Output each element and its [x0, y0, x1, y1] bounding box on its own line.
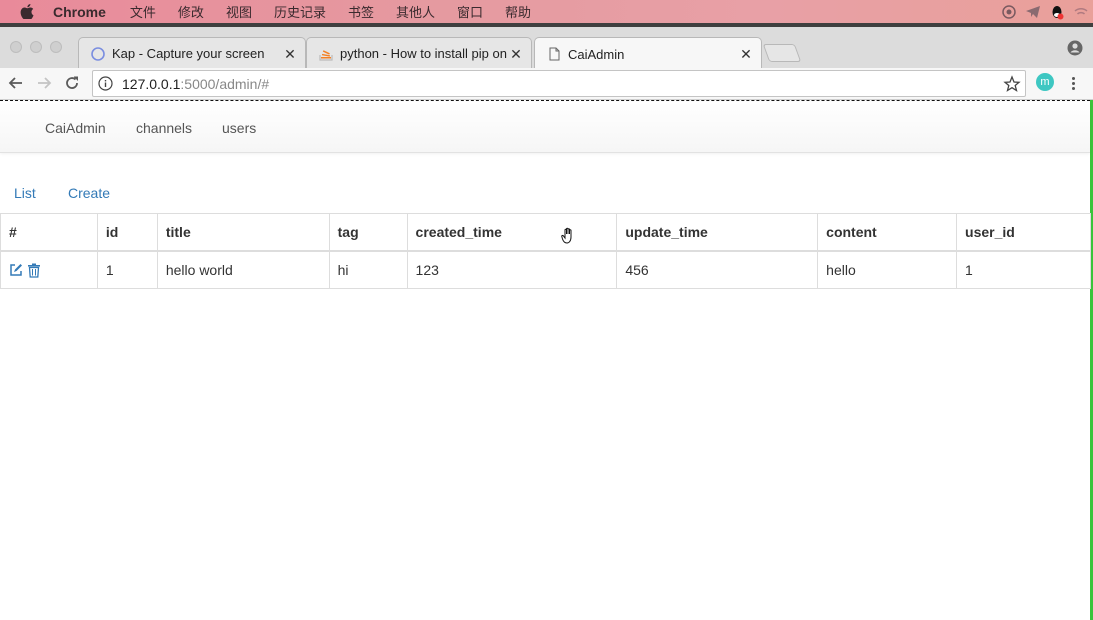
- column-header[interactable]: title: [156, 213, 330, 252]
- chrome-menu-icon[interactable]: [1068, 73, 1078, 93]
- qq-icon[interactable]: [1049, 4, 1065, 20]
- telegram-icon[interactable]: [1025, 4, 1041, 20]
- menu-view[interactable]: 视图: [226, 2, 252, 21]
- back-arrow-icon[interactable]: [7, 74, 25, 92]
- cell-user-id: 1: [956, 250, 1091, 289]
- nav-item-channels[interactable]: channels: [136, 120, 192, 136]
- tab-create[interactable]: Create: [68, 185, 110, 201]
- status-icons: [1001, 0, 1093, 23]
- column-header[interactable]: id: [96, 213, 158, 252]
- url-host: 127.0.0.1: [122, 75, 181, 92]
- close-icon[interactable]: ✕: [737, 45, 755, 63]
- close-icon[interactable]: ✕: [281, 45, 299, 63]
- column-header[interactable]: created_time: [406, 213, 618, 252]
- close-window-button[interactable]: [10, 41, 22, 53]
- browser-tab-strip: Kap - Capture your screen ✕ python - How…: [0, 23, 1093, 70]
- tab-title: Kap - Capture your screen: [112, 46, 265, 61]
- trash-icon[interactable]: [27, 263, 41, 278]
- menu-file[interactable]: 文件: [130, 2, 156, 21]
- column-header[interactable]: content: [817, 213, 958, 252]
- cell-id: 1: [96, 250, 158, 289]
- menu-bookmarks[interactable]: 书签: [348, 2, 374, 21]
- row-actions-cell: [0, 250, 98, 289]
- stackoverflow-icon: [319, 47, 333, 61]
- menu-history[interactable]: 历史记录: [274, 2, 326, 21]
- menu-window[interactable]: 窗口: [457, 2, 483, 21]
- nav-item-users[interactable]: users: [222, 120, 256, 136]
- macos-menu-bar: Chrome 文件 修改 视图 历史记录 书签 其他人 窗口 帮助: [0, 0, 1093, 23]
- menu-app-name[interactable]: Chrome: [53, 4, 106, 20]
- tab-caiadmin[interactable]: CaiAdmin ✕: [534, 37, 762, 70]
- tab-title: python - How to install pip on m: [340, 46, 507, 61]
- address-bar[interactable]: 127.0.0.1 :5000/admin/#: [92, 70, 1026, 97]
- divider: [0, 100, 1090, 101]
- table-header-row: # id title tag created_time update_time …: [0, 213, 1091, 252]
- page-icon: [547, 47, 561, 61]
- kap-icon: [91, 46, 105, 61]
- column-header: #: [0, 213, 98, 252]
- close-icon[interactable]: ✕: [507, 45, 525, 63]
- browser-toolbar: 127.0.0.1 :5000/admin/# m: [0, 68, 1093, 100]
- menu-people[interactable]: 其他人: [396, 2, 435, 21]
- column-header[interactable]: user_id: [956, 213, 1091, 252]
- profile-icon[interactable]: [1067, 40, 1083, 56]
- records-table: # id title tag created_time update_time …: [0, 213, 1091, 289]
- menu-edit[interactable]: 修改: [178, 2, 204, 21]
- zoom-window-button[interactable]: [50, 41, 62, 53]
- cell-update-time: 456: [616, 250, 819, 289]
- url-path: :5000/admin/#: [180, 75, 270, 92]
- minimize-window-button[interactable]: [30, 41, 42, 53]
- tab-title: CaiAdmin: [568, 46, 625, 62]
- cell-title: hello world: [156, 250, 330, 289]
- bookmark-star-icon[interactable]: [1003, 75, 1021, 93]
- admin-navbar: CaiAdmin channels users: [0, 102, 1090, 153]
- tab-stackoverflow[interactable]: python - How to install pip on m ✕: [306, 37, 532, 69]
- reload-icon[interactable]: [63, 74, 81, 92]
- tab-list[interactable]: List: [14, 185, 36, 201]
- table-row: 1 hello world hi 123 456 hello 1: [0, 250, 1091, 289]
- wifi-icon[interactable]: [1073, 4, 1089, 20]
- edit-icon[interactable]: [9, 263, 23, 277]
- forward-arrow-icon[interactable]: [35, 74, 53, 92]
- tab-kap[interactable]: Kap - Capture your screen ✕: [78, 37, 306, 69]
- column-header[interactable]: update_time: [616, 213, 819, 252]
- record-icon[interactable]: [1001, 4, 1017, 20]
- extension-icon[interactable]: m: [1036, 73, 1054, 91]
- new-tab-button[interactable]: [762, 44, 802, 62]
- column-header[interactable]: tag: [328, 213, 408, 252]
- cell-created-time: 123: [406, 250, 618, 289]
- cell-content: hello: [817, 250, 958, 289]
- hand-cursor-icon: [561, 227, 577, 245]
- cell-tag: hi: [328, 250, 408, 289]
- info-icon[interactable]: [98, 76, 114, 92]
- window-controls: [10, 41, 62, 53]
- nav-brand[interactable]: CaiAdmin: [45, 120, 106, 136]
- apple-logo-icon[interactable]: [20, 4, 34, 19]
- menu-help[interactable]: 帮助: [505, 2, 531, 21]
